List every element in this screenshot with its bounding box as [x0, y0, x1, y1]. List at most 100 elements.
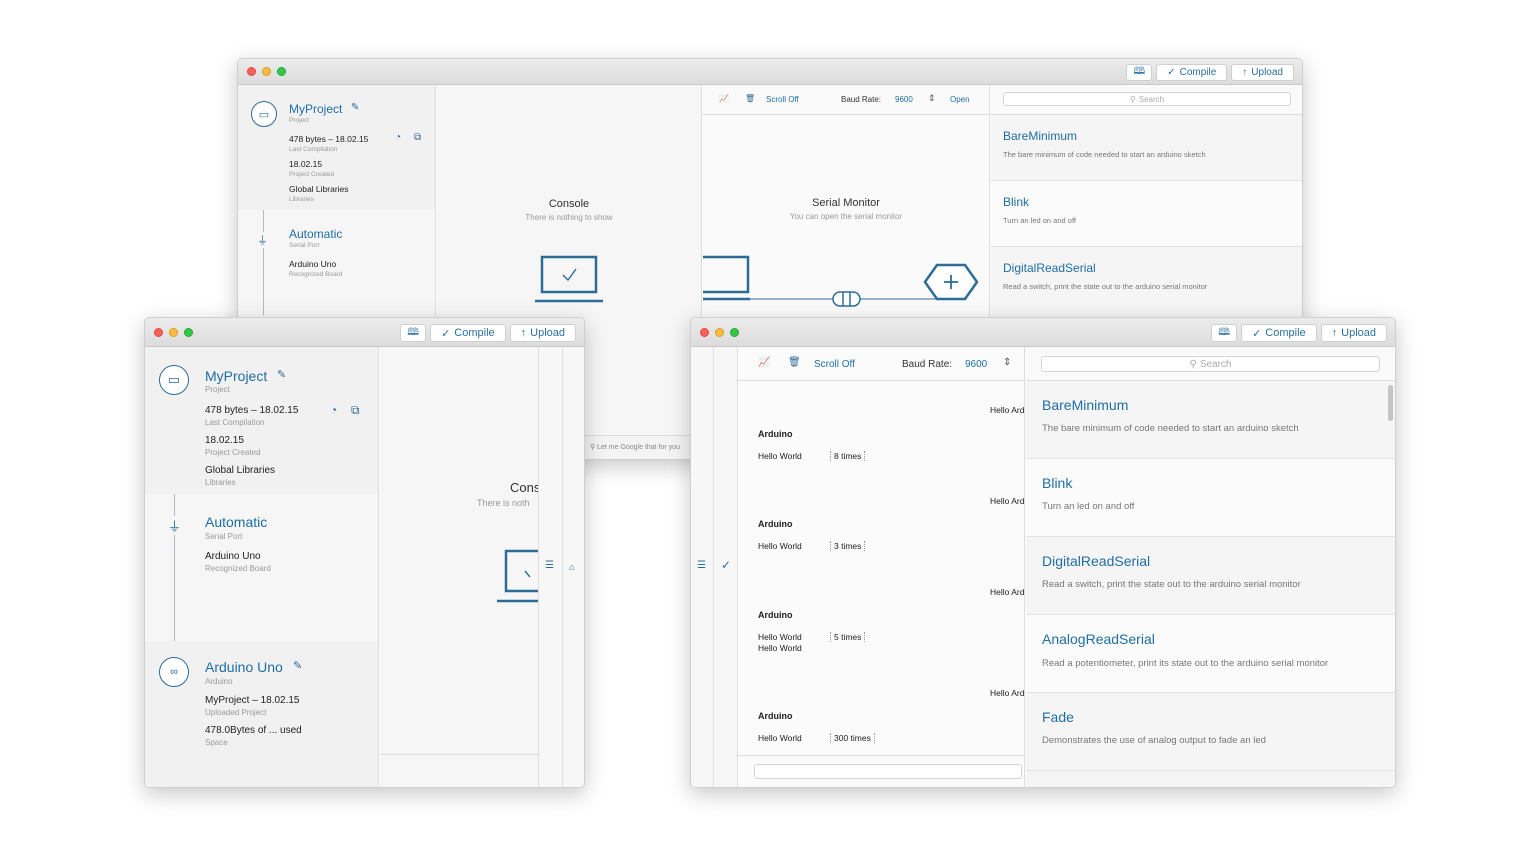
- learn-icon[interactable]: ⌂: [569, 562, 574, 572]
- console-title: Cons: [510, 480, 538, 495]
- laptop-check-illustration: [535, 255, 603, 303]
- console-panel: Cons There is noth: [380, 347, 538, 787]
- scroll-toggle[interactable]: Scroll Off: [814, 359, 855, 370]
- list-item[interactable]: Fade Demonstrates the use of analog outp…: [1026, 693, 1395, 771]
- google-link[interactable]: ⚲ Let me Google that for you: [585, 435, 700, 459]
- trash-icon[interactable]: 🗑: [788, 357, 801, 368]
- count-badge: 300 times: [830, 733, 875, 743]
- close-button[interactable]: [700, 328, 709, 337]
- check-icon: ✓: [1252, 327, 1262, 340]
- list-item[interactable]: BareMinimum The bare minimum of code nee…: [991, 115, 1302, 181]
- arduino-icon: ∞: [159, 657, 189, 687]
- minimize-button[interactable]: [715, 328, 724, 337]
- close-button[interactable]: [154, 328, 163, 337]
- edit-icon[interactable]: ✎: [351, 102, 359, 113]
- list-item[interactable]: AnalogReadSerial Read a potentiometer, p…: [1026, 615, 1395, 693]
- list-icon[interactable]: ☰: [697, 560, 706, 571]
- project-title: MyProject: [205, 368, 268, 384]
- scrollbar[interactable]: [1388, 385, 1393, 421]
- plug-icon: ⏚: [168, 516, 182, 535]
- list-item[interactable]: Blink Turn an led on and off: [1026, 459, 1395, 537]
- project-section: ▭ MyProject ✎ Project 478 bytes – 18.02.…: [238, 85, 435, 210]
- search-bar: ⚲ Search: [1026, 347, 1395, 381]
- zoom-button[interactable]: [184, 328, 193, 337]
- count-badge: 3 times: [830, 541, 866, 551]
- title-bar: 🕮 ✓ Compile ↑ Upload: [238, 59, 1302, 85]
- book-icon: 🕮: [407, 326, 420, 338]
- search-input[interactable]: ⚲ Search: [1041, 356, 1380, 372]
- board-section: ∞ Arduino Uno ✎ Arduino MyProject – 18.0…: [145, 641, 378, 787]
- list-item[interactable]: Blink Turn an led on and off: [991, 181, 1302, 247]
- book-button[interactable]: 🕮: [1126, 64, 1153, 81]
- export-icon[interactable]: ⧉: [414, 132, 421, 143]
- list-item[interactable]: BareMinimum The bare minimum of code nee…: [1026, 381, 1395, 459]
- list-item[interactable]: DigitalReadSerial Read a switch, print t…: [1026, 537, 1395, 615]
- trash-icon[interactable]: 🗑: [745, 94, 755, 103]
- search-bar: ⚲ Search: [991, 85, 1302, 115]
- left-strip: ☰: [691, 347, 714, 787]
- laptop-check-illustration: [497, 549, 538, 603]
- zoom-button[interactable]: [277, 67, 286, 76]
- arrow-up-icon: ↑: [520, 327, 527, 339]
- plug-icon: ⏚: [257, 232, 268, 248]
- log-entry: Hello Ard Arduino Hello World Hello Worl…: [758, 587, 1025, 653]
- count-badge: 5 times: [830, 632, 866, 642]
- minimize-button[interactable]: [169, 328, 178, 337]
- title-bar: 🕮 ✓ Compile ↑ Upload: [691, 318, 1395, 347]
- zoom-button[interactable]: [730, 328, 739, 337]
- laptop-icon: ▭: [159, 365, 189, 395]
- project-section: ▭ MyProject ✎ Project 478 bytes – 18.02.…: [145, 347, 378, 494]
- chart-icon[interactable]: 📈: [719, 94, 729, 103]
- export-icon[interactable]: ⧉: [351, 403, 360, 418]
- list-icon[interactable]: ☰: [545, 560, 554, 571]
- open-button[interactable]: Open: [950, 95, 970, 104]
- port-title: Automatic: [205, 514, 268, 530]
- baud-select[interactable]: 9600: [895, 95, 913, 104]
- log-entry: Hello Ard Arduino Hello World 8 times: [758, 405, 1025, 461]
- board-title: Arduino Uno: [205, 659, 283, 675]
- stepper-icon[interactable]: ⇕: [928, 93, 936, 104]
- compile-button[interactable]: ✓ Compile: [1156, 64, 1228, 81]
- serial-subtitle: You can open the serial monitor: [789, 212, 903, 221]
- list-item[interactable]: DigitalReadSerial Read a switch, print t…: [991, 247, 1302, 313]
- console-subtitle: There is nothing to show: [525, 213, 613, 222]
- upload-button[interactable]: ↑ Upload: [509, 324, 576, 342]
- check-icon: ✓: [441, 327, 451, 340]
- arrow-up-icon: ↑: [1331, 327, 1338, 339]
- project-title: MyProject: [289, 102, 343, 116]
- close-button[interactable]: [247, 67, 256, 76]
- port-title: Automatic: [289, 227, 343, 241]
- serial-toolbar: 📈 🗑 Scroll Off Baud Rate: 9600 ⇕: [738, 347, 1024, 381]
- sidebar: ▭ MyProject ✎ Project 478 bytes – 18.02.…: [145, 347, 379, 787]
- stepper-icon[interactable]: ⇕: [1003, 357, 1011, 368]
- log-entry: Hello Ard Arduino Hello World 300 times: [758, 688, 1025, 743]
- serial-window: 🕮 ✓ Compile ↑ Upload ☰ ✓ 📈 🗑 Scroll Off Ba…: [690, 317, 1396, 788]
- project-window: 🕮 ✓ Compile ↑ Upload ▭ MyProject ✎ Project…: [144, 317, 585, 788]
- book-button[interactable]: 🕮: [1211, 324, 1238, 342]
- serial-title: Serial Monitor: [812, 197, 880, 209]
- serial-toolbar: 📈 🗑 Scroll Off Baud Rate: 9600 ⇕ Open: [703, 85, 989, 115]
- console-title: Console: [548, 198, 590, 210]
- search-input[interactable]: ⚲ Search: [1003, 92, 1291, 106]
- port-section: ⏚ Automatic Serial Port Arduino Uno Reco…: [257, 227, 343, 278]
- minimize-button[interactable]: [262, 67, 271, 76]
- log-entry: Hello Ard Arduino Hello World 3 times: [758, 496, 1025, 551]
- arrow-up-icon: ↑: [1242, 67, 1248, 78]
- chart-icon[interactable]: 📈: [758, 357, 770, 368]
- compile-button[interactable]: ✓ Compile: [1241, 324, 1317, 342]
- upload-button[interactable]: ↑ Upload: [1320, 324, 1387, 342]
- log-entries: Hello Ard Arduino Hello World 8 times He…: [738, 381, 1025, 751]
- book-button[interactable]: 🕮: [400, 324, 427, 342]
- baud-select[interactable]: 9600: [965, 359, 987, 370]
- inspector-strip: ☰: [538, 347, 562, 787]
- edit-icon[interactable]: ✎: [277, 368, 286, 381]
- history-icon[interactable]: ◔: [395, 132, 401, 143]
- history-icon[interactable]: ◔: [330, 403, 337, 417]
- compile-button[interactable]: ✓ Compile: [430, 324, 506, 342]
- scroll-toggle[interactable]: Scroll Off: [766, 95, 799, 104]
- edit-icon[interactable]: ✎: [293, 659, 302, 672]
- upload-button[interactable]: ↑ Upload: [1231, 64, 1294, 81]
- book-icon: 🕮: [1218, 326, 1231, 338]
- serial-send-input[interactable]: [754, 764, 1022, 779]
- check-icon[interactable]: ✓: [721, 558, 731, 572]
